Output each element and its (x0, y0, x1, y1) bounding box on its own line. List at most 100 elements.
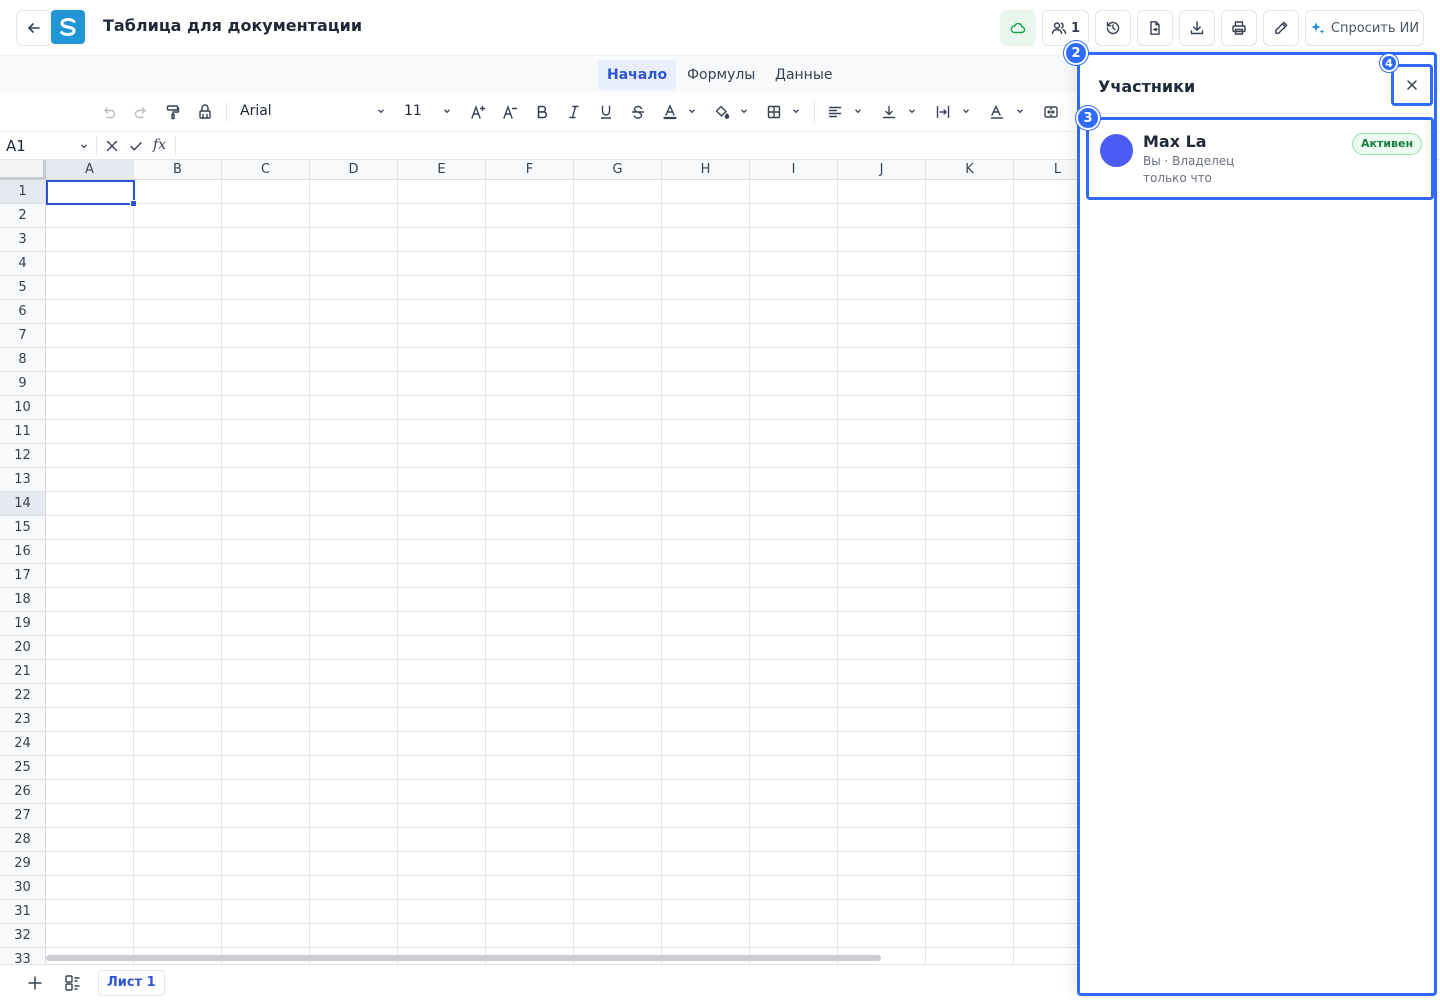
download-button[interactable] (1179, 10, 1215, 46)
chevron-down-icon[interactable] (79, 141, 89, 151)
close-panel-button[interactable] (1391, 64, 1433, 106)
row-header-11[interactable]: 11 (0, 420, 46, 444)
horizontal-scrollbar[interactable] (46, 955, 881, 961)
borders-button[interactable] (764, 102, 784, 122)
text-wrap-button[interactable] (933, 102, 953, 122)
row-header-13[interactable]: 13 (0, 468, 46, 492)
row-header-31[interactable]: 31 (0, 900, 46, 924)
tab-formulas[interactable]: Формулы (678, 60, 764, 90)
document-title[interactable]: Таблица для документации (103, 16, 362, 35)
horizontal-align-button[interactable] (825, 102, 845, 122)
chevron-down-icon[interactable] (687, 106, 697, 116)
ask-ai-button[interactable]: Спросить ИИ (1305, 10, 1424, 46)
tab-data[interactable]: Данные (766, 60, 842, 90)
column-header-j[interactable]: J (838, 160, 926, 180)
row-header-23[interactable]: 23 (0, 708, 46, 732)
row-header-4[interactable]: 4 (0, 252, 46, 276)
print-button[interactable] (1221, 10, 1257, 46)
row-header-24[interactable]: 24 (0, 732, 46, 756)
row-header-16[interactable]: 16 (0, 540, 46, 564)
export-button[interactable] (1137, 10, 1173, 46)
vertical-align-button[interactable] (879, 102, 899, 122)
sheets-menu-icon[interactable] (63, 973, 83, 993)
cell-reference-box[interactable]: A1 (6, 137, 26, 155)
column-header-h[interactable]: H (662, 160, 750, 180)
clear-format-button[interactable] (195, 102, 215, 122)
row-header-17[interactable]: 17 (0, 564, 46, 588)
column-header-e[interactable]: E (398, 160, 486, 180)
row-header-15[interactable]: 15 (0, 516, 46, 540)
italic-button[interactable] (564, 102, 584, 122)
merge-cells-button[interactable] (1041, 102, 1061, 122)
row-header-27[interactable]: 27 (0, 804, 46, 828)
row-header-32[interactable]: 32 (0, 924, 46, 948)
row-header-14[interactable]: 14 (0, 492, 46, 516)
row-header-8[interactable]: 8 (0, 348, 46, 372)
row-header-20[interactable]: 20 (0, 636, 46, 660)
row-header-26[interactable]: 26 (0, 780, 46, 804)
member-card[interactable]: Max La Вы · Владелец только что Активен (1086, 117, 1434, 200)
row-header-1[interactable]: 1 (0, 180, 46, 204)
text-color-button[interactable] (660, 102, 680, 122)
column-header-d[interactable]: D (310, 160, 398, 180)
font-family-select[interactable]: Arial (240, 103, 272, 119)
row-header-33[interactable]: 33 (0, 948, 46, 964)
redo-button[interactable] (131, 102, 151, 122)
column-header-a[interactable]: A (46, 160, 134, 180)
decrease-font-button[interactable] (500, 102, 520, 122)
chevron-down-icon[interactable] (1015, 106, 1025, 116)
chevron-down-icon[interactable] (791, 106, 801, 116)
spreadsheet-grid[interactable]: LKJIHGFEDCBA 1 2 3 4 5 6 7 8 9 10 11 12 13 14 15 16 17 18… (0, 160, 1080, 964)
column-header-g[interactable]: G (574, 160, 662, 180)
back-button[interactable] (16, 10, 52, 46)
cancel-icon[interactable] (105, 139, 119, 153)
chevron-down-icon[interactable] (376, 106, 386, 116)
row-header-7[interactable]: 7 (0, 324, 46, 348)
undo-button[interactable] (99, 102, 119, 122)
row-header-21[interactable]: 21 (0, 660, 46, 684)
column-header-l[interactable]: L (1014, 160, 1080, 180)
row-header-30[interactable]: 30 (0, 876, 46, 900)
chevron-down-icon[interactable] (853, 106, 863, 116)
row-header-9[interactable]: 9 (0, 372, 46, 396)
active-cell-a1[interactable] (46, 180, 137, 207)
edit-button[interactable] (1263, 10, 1299, 46)
cell-area[interactable] (46, 180, 1080, 964)
paint-format-button[interactable] (163, 102, 183, 122)
column-header-i[interactable]: I (750, 160, 838, 180)
participants-button[interactable]: 1 (1042, 10, 1089, 46)
row-header-19[interactable]: 19 (0, 612, 46, 636)
column-header-b[interactable]: B (134, 160, 222, 180)
chevron-down-icon[interactable] (907, 106, 917, 116)
chevron-down-icon[interactable] (961, 106, 971, 116)
column-header-f[interactable]: F (486, 160, 574, 180)
underline-button[interactable] (596, 102, 616, 122)
function-icon[interactable]: fx (153, 137, 166, 153)
sheet-tab-1[interactable]: Лист 1 (98, 970, 165, 996)
tab-home[interactable]: Начало (598, 60, 677, 90)
row-header-2[interactable]: 2 (0, 204, 46, 228)
text-rotation-button[interactable] (987, 102, 1007, 122)
plus-icon[interactable] (25, 973, 45, 993)
select-all-corner[interactable] (0, 160, 46, 180)
cloud-sync-button[interactable] (1000, 10, 1036, 46)
row-header-10[interactable]: 10 (0, 396, 46, 420)
row-header-12[interactable]: 12 (0, 444, 46, 468)
column-header-k[interactable]: K (926, 160, 1014, 180)
column-header-c[interactable]: C (222, 160, 310, 180)
bold-button[interactable] (532, 102, 552, 122)
fill-color-button[interactable] (712, 102, 732, 122)
row-header-28[interactable]: 28 (0, 828, 46, 852)
row-header-22[interactable]: 22 (0, 684, 46, 708)
row-header-6[interactable]: 6 (0, 300, 46, 324)
row-header-18[interactable]: 18 (0, 588, 46, 612)
history-button[interactable] (1095, 10, 1131, 46)
chevron-down-icon[interactable] (739, 106, 749, 116)
strikethrough-button[interactable] (628, 102, 648, 122)
font-size-select[interactable]: 11 (404, 103, 422, 119)
formula-input[interactable] (184, 137, 1064, 155)
chevron-down-icon[interactable] (442, 106, 452, 116)
row-header-29[interactable]: 29 (0, 852, 46, 876)
row-header-5[interactable]: 5 (0, 276, 46, 300)
row-header-25[interactable]: 25 (0, 756, 46, 780)
